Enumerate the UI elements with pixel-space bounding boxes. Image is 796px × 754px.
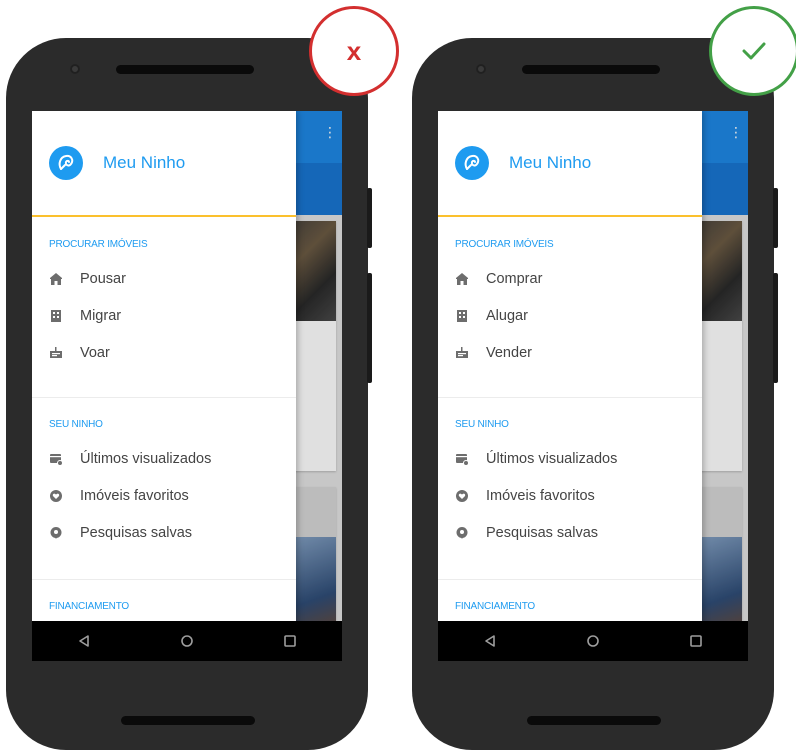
section-divider [438,397,702,398]
drawer-item-vender[interactable]: Vender [438,334,702,371]
comparison-stage: ⋮ RE A. ON Meu Ninho [0,0,796,754]
sign-icon [455,346,469,360]
section-divider [438,579,702,580]
bottom-speaker [527,716,661,725]
recents-icon[interactable] [270,621,310,661]
recents-icon[interactable] [676,621,716,661]
drawer-item-pousar[interactable]: Pousar [32,260,296,297]
drawer-item-label: Voar [80,344,110,361]
phone-right-example: ⋮ RE A. ON Meu Ninho [412,38,778,750]
earpiece-speaker [116,65,254,74]
home-icon[interactable] [167,621,207,661]
drawer-item-label: Pousar [80,270,126,287]
drawer-item-pesquisas-salvas[interactable]: Pesquisas salvas [438,514,702,551]
volume-button [773,188,778,248]
drawer-item-label: Últimos visualizados [80,450,212,467]
section-financiamento: FINANCIAMENTO [32,601,296,612]
app-logo-icon [455,146,489,180]
drawer-item-voar[interactable]: Voar [32,334,296,371]
bottom-speaker [121,716,255,725]
front-camera [476,64,486,74]
section-title: PROCURAR IMÓVEIS [455,239,554,250]
section-title: SEU NINHO [455,419,509,430]
power-button [773,273,778,383]
section-seu-ninho: SEU NINHO Últimos visualizados Imóveis f… [438,419,702,551]
drawer-item-imoveis-favoritos[interactable]: Imóveis favoritos [438,477,702,514]
drawer-item-ultimos-visualizados[interactable]: Últimos visualizados [32,440,296,477]
system-nav-bar [32,621,342,661]
drawer-item-label: Vender [486,344,532,361]
drawer-item-label: Últimos visualizados [486,450,618,467]
x-mark-icon: x [346,35,362,66]
drawer-item-ultimos-visualizados[interactable]: Últimos visualizados [438,440,702,477]
correct-badge [709,6,796,96]
building-icon [49,309,63,323]
volume-button [367,188,372,248]
drawer-item-label: Pesquisas salvas [486,524,599,541]
phone-screen: ⋮ RE A. ON Meu Ninho [438,111,748,661]
back-icon[interactable] [470,621,510,661]
drawer-header: Meu Ninho [32,111,296,217]
section-title: PROCURAR IMÓVEIS [49,239,148,250]
power-button [367,273,372,383]
drawer-item-imoveis-favoritos[interactable]: Imóveis favoritos [32,477,296,514]
history-icon [455,452,469,466]
drawer-item-label: Imóveis favoritos [80,487,189,504]
history-icon [49,452,63,466]
system-nav-bar [438,621,748,661]
section-procurar-imoveis: PROCURAR IMÓVEIS Comprar Alugar Vender [438,239,702,371]
heart-icon [455,489,469,503]
back-icon[interactable] [64,621,104,661]
home-icon[interactable] [573,621,613,661]
app-logo-icon [49,146,83,180]
house-icon [49,272,63,286]
drawer-item-pesquisas-salvas[interactable]: Pesquisas salvas [32,514,296,551]
pin-icon [49,526,63,540]
app-name: Meu Ninho [509,153,592,172]
app-name: Meu Ninho [103,153,186,172]
sign-icon [49,346,63,360]
building-icon [455,309,469,323]
section-title: FINANCIAMENTO [455,601,535,612]
house-icon [455,272,469,286]
earpiece-speaker [522,65,660,74]
wrong-badge: x [309,6,399,96]
heart-icon [49,489,63,503]
phone-wrong-example: ⋮ RE A. ON Meu Ninho [6,38,372,750]
section-seu-ninho: SEU NINHO Últimos visualizados Imóveis f… [32,419,296,551]
section-divider [32,397,296,398]
check-icon [742,42,766,60]
section-financiamento: FINANCIAMENTO [438,601,702,612]
section-procurar-imoveis: PROCURAR IMÓVEIS Pousar Migrar Voar [32,239,296,371]
pin-icon [455,526,469,540]
navigation-drawer: Meu Ninho PROCURAR IMÓVEIS Comprar Aluga… [438,111,702,661]
phone-screen: ⋮ RE A. ON Meu Ninho [32,111,342,661]
drawer-item-label: Imóveis favoritos [486,487,595,504]
drawer-header: Meu Ninho [438,111,702,217]
drawer-item-label: Alugar [486,307,528,324]
drawer-item-label: Pesquisas salvas [80,524,193,541]
navigation-drawer: Meu Ninho PROCURAR IMÓVEIS Pousar Migrar [32,111,296,661]
drawer-item-comprar[interactable]: Comprar [438,260,702,297]
drawer-item-migrar[interactable]: Migrar [32,297,296,334]
drawer-item-label: Migrar [80,307,122,324]
section-title: SEU NINHO [49,419,103,430]
section-divider [32,579,296,580]
front-camera [70,64,80,74]
section-title: FINANCIAMENTO [49,601,129,612]
drawer-item-label: Comprar [486,270,543,287]
drawer-item-alugar[interactable]: Alugar [438,297,702,334]
